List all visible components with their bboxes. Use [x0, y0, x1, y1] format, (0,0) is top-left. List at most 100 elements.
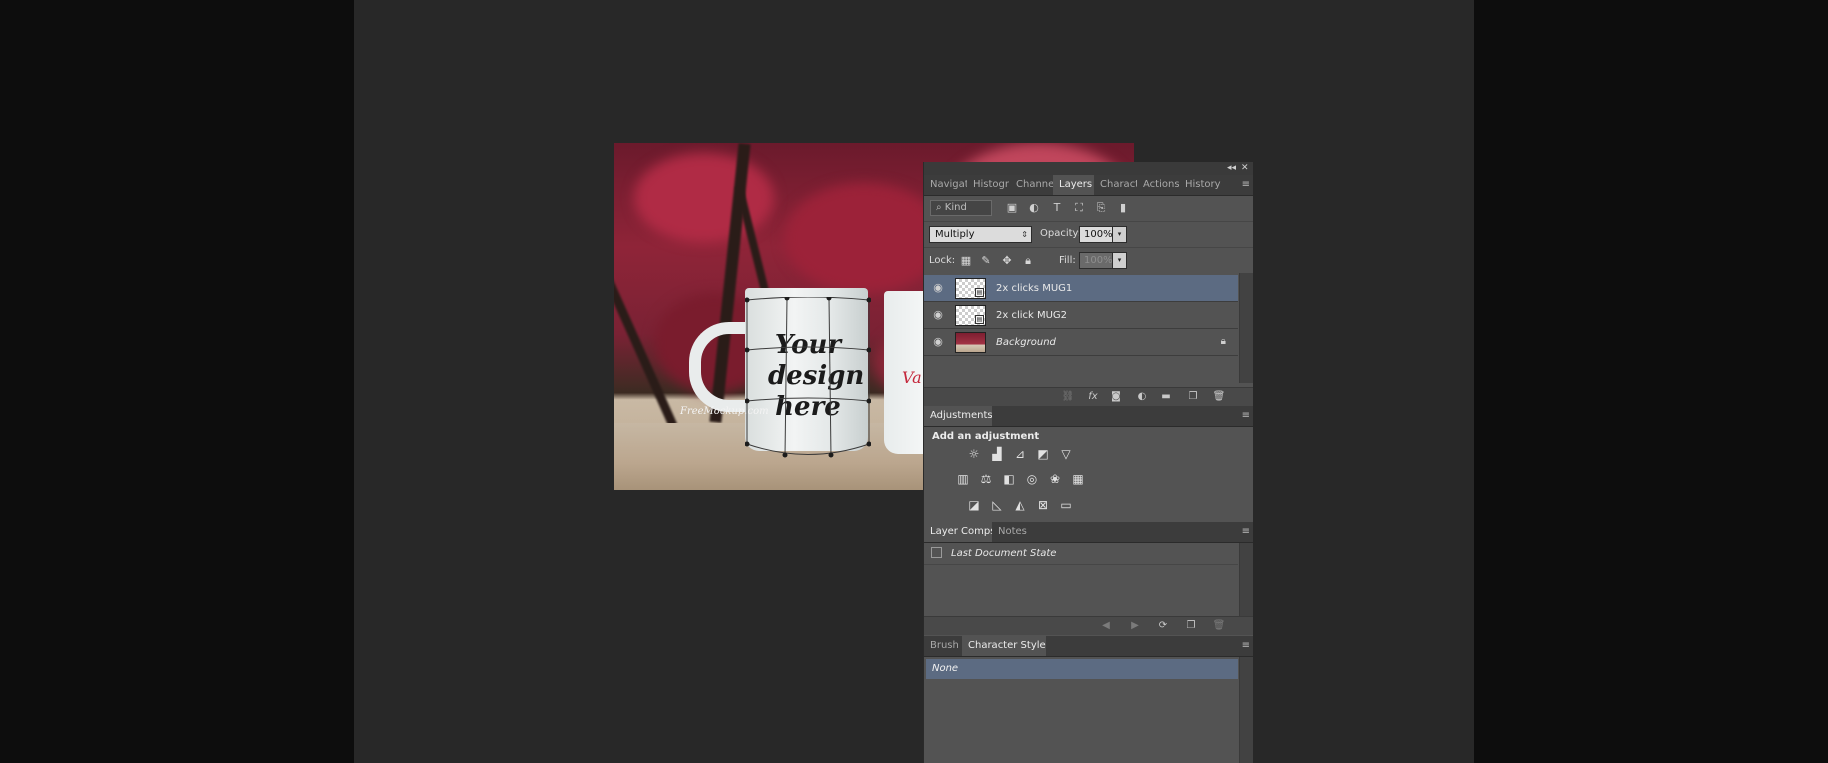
vibrance-icon[interactable]: ▽: [1058, 446, 1074, 462]
tab-navigator[interactable]: Navigat: [924, 175, 967, 195]
tab-layers[interactable]: Layers: [1053, 175, 1094, 195]
tab-adjustments[interactable]: Adjustments: [924, 406, 992, 426]
tab-history[interactable]: History: [1179, 175, 1224, 195]
brightness-contrast-icon[interactable]: ☼: [966, 446, 982, 462]
selective-color-icon[interactable]: ⊠: [1035, 497, 1051, 513]
black-white-icon[interactable]: ◧: [1001, 471, 1017, 487]
panel-header-bar: ◂◂ ✕: [924, 162, 1253, 175]
style-name[interactable]: None: [932, 659, 958, 679]
fill-dropdown-button[interactable]: ▾: [1112, 252, 1127, 269]
layer-comps-bottom-bar: ◀ ▶ ⟳ ❐ 🗑︎: [924, 616, 1253, 635]
layer-row[interactable]: ◉ ▤ 2x click MUG2: [924, 302, 1238, 329]
layer-thumbnail[interactable]: [955, 332, 986, 353]
smart-object-icon: ▤: [975, 315, 984, 324]
tab-layer-comps[interactable]: Layer Comps: [924, 522, 992, 542]
color-lookup-icon[interactable]: ▦: [1070, 471, 1086, 487]
blend-row: Multiply ⇕ Opacity: 100% ▾: [924, 221, 1253, 248]
posterize-icon[interactable]: ◺: [989, 497, 1005, 513]
layer-row[interactable]: ◉ Background 🔒︎: [924, 329, 1238, 356]
eye-visibility-icon[interactable]: ◉: [930, 335, 946, 349]
layers-list: ◉ ▤ 2x clicks MUG1 ◉ ▤ 2x click MUG2 ◉ B…: [924, 273, 1253, 383]
tab-character[interactable]: Charact: [1094, 175, 1137, 195]
exposure-icon[interactable]: ◩: [1035, 446, 1051, 462]
warp-grid[interactable]: [745, 297, 871, 462]
layer-name[interactable]: 2x click MUG2: [996, 302, 1067, 329]
tab-brush[interactable]: Brush: [924, 636, 962, 656]
tab-character-styles[interactable]: Character Styles: [962, 636, 1046, 656]
list-item[interactable]: None: [926, 659, 1238, 679]
layer-comps-list: Last Document State: [924, 543, 1253, 616]
tab-notes[interactable]: Notes: [992, 522, 1032, 542]
lock-transparent-icon[interactable]: ▦: [959, 254, 973, 268]
hue-saturation-icon[interactable]: ▥: [955, 471, 971, 487]
character-styles-scrollbar[interactable]: [1239, 657, 1253, 763]
new-comp-icon[interactable]: ❐: [1183, 619, 1199, 633]
levels-icon[interactable]: ▟: [989, 446, 1005, 462]
photo-filter-icon[interactable]: ◎: [1024, 471, 1040, 487]
lock-icon: 🔒︎: [1220, 336, 1226, 347]
layer-name[interactable]: 2x clicks MUG1: [996, 275, 1072, 302]
tab-channels[interactable]: Channel: [1010, 175, 1053, 195]
type-filter-icon[interactable]: T: [1050, 201, 1064, 215]
layer-comps-scrollbar[interactable]: [1239, 543, 1253, 616]
channel-mixer-icon[interactable]: ❀: [1047, 471, 1063, 487]
panel-menu-icon[interactable]: ≡: [1242, 522, 1250, 542]
layers-scrollbar[interactable]: [1239, 273, 1253, 383]
panel-menu-icon[interactable]: ≡: [1242, 406, 1250, 426]
shape-filter-icon[interactable]: ⛶: [1072, 201, 1086, 215]
eye-visibility-icon[interactable]: ◉: [930, 308, 946, 322]
layers-tab-row: Navigat Histogr Channel Layers Charact A…: [924, 175, 1253, 196]
apply-comp-checkbox[interactable]: [931, 547, 942, 558]
color-balance-icon[interactable]: ⚖: [978, 471, 994, 487]
eye-visibility-icon[interactable]: ◉: [930, 281, 946, 295]
filter-toggle-icon[interactable]: ▮: [1116, 201, 1130, 215]
panel-menu-icon[interactable]: ≡: [1242, 175, 1250, 195]
panel-dock: ◂◂ ✕ Navigat Histogr Channel Layers Char…: [923, 162, 1253, 763]
blend-mode-select[interactable]: Multiply ⇕: [929, 226, 1032, 243]
comp-name[interactable]: Last Document State: [951, 543, 1056, 564]
lock-all-icon[interactable]: 🔒︎: [1021, 254, 1035, 268]
panel-menu-icon[interactable]: ≡: [1242, 636, 1250, 656]
lock-image-icon[interactable]: ✎: [979, 254, 993, 268]
smart-object-filter-icon[interactable]: ⎘: [1094, 201, 1108, 215]
adjustment-filter-icon[interactable]: ◐: [1027, 201, 1041, 215]
list-item[interactable]: Last Document State: [924, 543, 1238, 565]
layer-filter-row: ⌕ Kind ▣ ◐ T ⛶ ⎘ ▮: [924, 196, 1253, 222]
invert-icon[interactable]: ◪: [966, 497, 982, 513]
tab-actions[interactable]: Actions: [1137, 175, 1179, 195]
gradient-map-icon[interactable]: ▭: [1058, 497, 1074, 513]
new-layer-icon[interactable]: ❐: [1185, 390, 1201, 404]
lock-position-icon[interactable]: ✥: [1000, 254, 1014, 268]
layer-row[interactable]: ◉ ▤ 2x clicks MUG1: [924, 275, 1238, 302]
layer-thumbnail[interactable]: ▤: [955, 305, 986, 326]
previous-comp-icon[interactable]: ◀: [1098, 619, 1114, 633]
delete-layer-icon[interactable]: 🗑︎: [1211, 390, 1227, 404]
curves-icon[interactable]: ⊿: [1012, 446, 1028, 462]
search-icon: ⌕: [936, 202, 945, 213]
kind-filter-select[interactable]: ⌕ Kind: [930, 200, 992, 216]
layer-comps-tab-row: Layer Comps Notes ≡: [924, 522, 1253, 543]
foliage-blotch: [784, 183, 944, 293]
link-layers-icon[interactable]: ⛓: [1060, 390, 1076, 404]
layer-name[interactable]: Background: [996, 329, 1056, 356]
image-filter-icon[interactable]: ▣: [1005, 201, 1019, 215]
add-mask-icon[interactable]: ◙: [1108, 390, 1124, 404]
delete-comp-icon[interactable]: 🗑︎: [1211, 619, 1227, 633]
new-group-icon[interactable]: ▬: [1158, 390, 1174, 404]
threshold-icon[interactable]: ◭: [1012, 497, 1028, 513]
new-adjustment-icon[interactable]: ◐: [1134, 390, 1150, 404]
fill-label: Fill:: [1059, 255, 1076, 266]
tab-histogram[interactable]: Histogr: [967, 175, 1010, 195]
update-comp-icon[interactable]: ⟳: [1155, 619, 1171, 633]
fx-icon[interactable]: fx: [1085, 390, 1101, 404]
lock-label: Lock:: [929, 255, 956, 266]
opacity-dropdown-button[interactable]: ▾: [1112, 226, 1127, 243]
adjustments-tab-row: Adjustments ≡: [924, 406, 1253, 427]
layer-thumbnail[interactable]: ▤: [955, 278, 986, 299]
next-comp-icon[interactable]: ▶: [1127, 619, 1143, 633]
collapse-panels-icon[interactable]: ◂◂: [1227, 162, 1236, 175]
close-panels-icon[interactable]: ✕: [1241, 162, 1249, 175]
character-styles-tab-row: Brush Character Styles ≡: [924, 636, 1253, 657]
opacity-input[interactable]: 100%: [1079, 226, 1113, 243]
fill-input[interactable]: 100%: [1079, 252, 1113, 269]
